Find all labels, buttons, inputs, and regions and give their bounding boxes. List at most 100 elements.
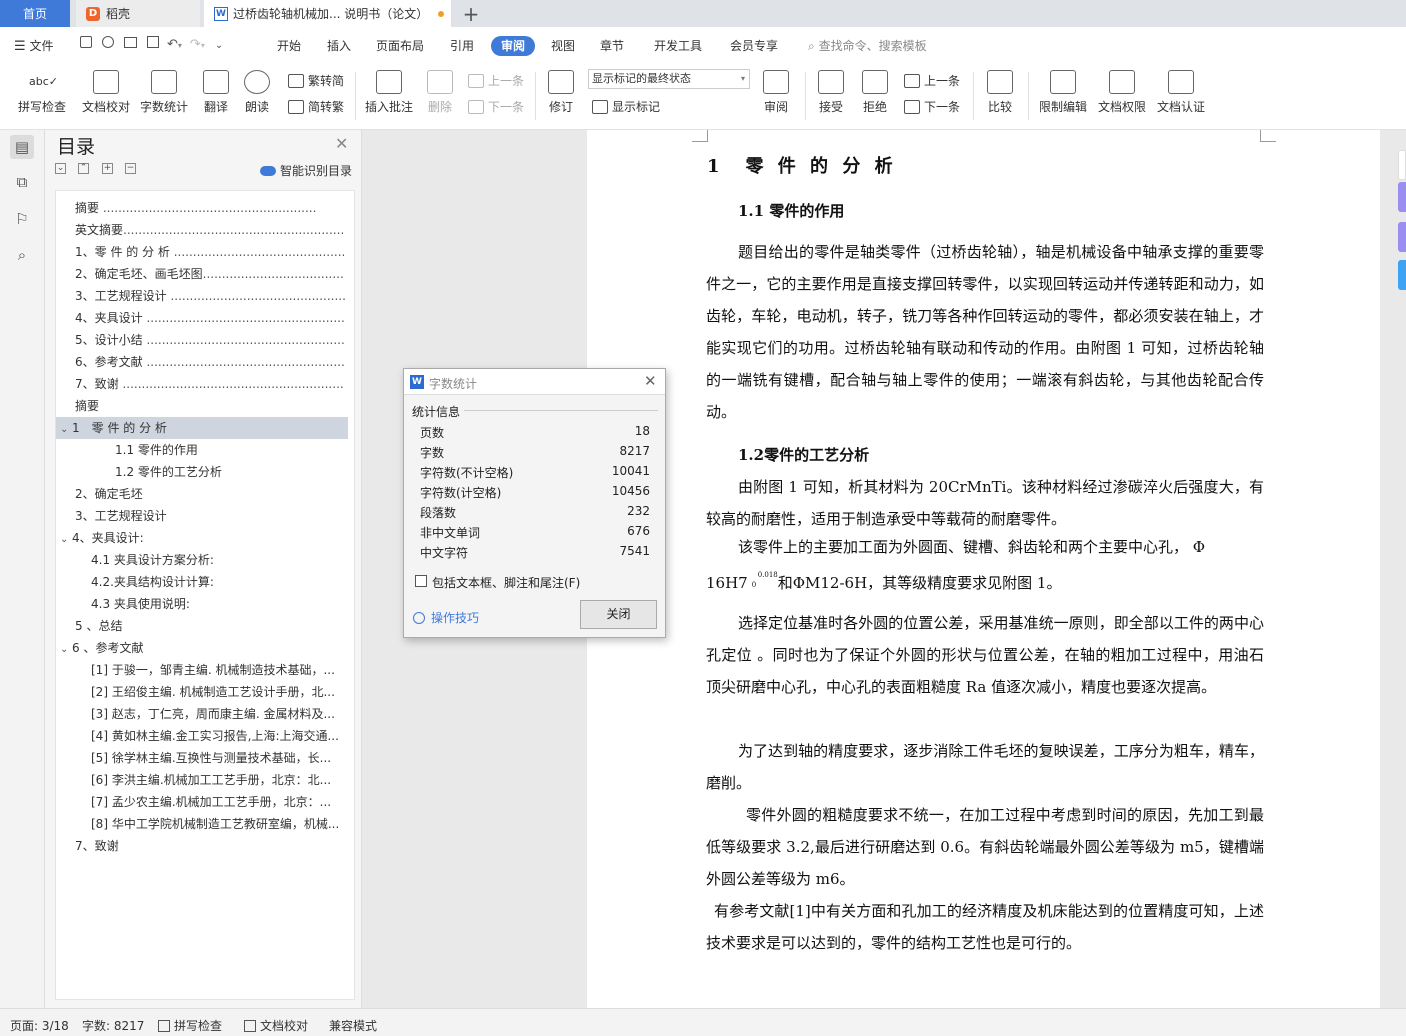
- collapse-all-icon[interactable]: ⌄: [55, 163, 66, 174]
- toc-item-1[interactable]: 1、零 件 的 分 析 ............................…: [75, 241, 345, 263]
- doc-cert-button[interactable]: 文档认证: [1155, 70, 1207, 115]
- file-menu[interactable]: ☰ 文件: [14, 37, 54, 54]
- toc-item-7[interactable]: 7、致谢 ...................................…: [75, 373, 345, 395]
- toc-item-3[interactable]: 3、工艺规程设计 ...............................…: [75, 285, 345, 307]
- menu-chapter[interactable]: 章节: [600, 37, 624, 54]
- revise-button[interactable]: 修订: [543, 70, 579, 115]
- page-indicator[interactable]: 页面: 3/18: [10, 1017, 69, 1034]
- toc-item-4[interactable]: 4、夹具设计 .................................…: [75, 307, 345, 329]
- toc-item-abstract[interactable]: 摘要 .....................................…: [75, 197, 345, 219]
- delete-comment-button[interactable]: 删除: [420, 70, 460, 115]
- side-panel-tab[interactable]: [1398, 260, 1406, 290]
- chevron-down-icon[interactable]: ⌄: [60, 529, 72, 549]
- next-comment-button[interactable]: 下一条: [468, 98, 524, 115]
- toc-item-6[interactable]: 6、参考文献 .................................…: [75, 351, 345, 373]
- include-textbox-label[interactable]: 包括文本框、脚注和尾注(F): [432, 574, 580, 591]
- mark-state-select[interactable]: 显示标记的最终状态 ▾: [588, 69, 750, 89]
- undo-icon[interactable]: ↶: [167, 37, 178, 52]
- toc-item-4-2[interactable]: 4.2.夹具结构设计计算:: [91, 571, 214, 593]
- toc-item-en-abstract[interactable]: 英文摘要....................................…: [75, 219, 345, 241]
- toc-item-2[interactable]: 2、确定毛坯、画毛坯图.............................…: [75, 263, 345, 285]
- chevron-down-icon[interactable]: ⌄: [60, 639, 72, 659]
- accept-button[interactable]: 接受: [813, 70, 849, 115]
- side-panel-tab[interactable]: [1398, 150, 1406, 180]
- restrict-edit-button[interactable]: 限制编辑: [1037, 70, 1089, 115]
- tips-link[interactable]: 操作技巧: [413, 609, 479, 626]
- bookmark-icon[interactable]: ⚐: [10, 207, 34, 231]
- print-preview-icon[interactable]: [147, 36, 159, 48]
- spellcheck-status[interactable]: 拼写检查: [158, 1017, 222, 1034]
- remove-heading-icon[interactable]: −: [125, 163, 136, 174]
- toc-item-chapter-7[interactable]: 7、致谢: [75, 835, 119, 857]
- redo-icon[interactable]: ↷: [190, 37, 201, 52]
- toc-item-ref-2[interactable]: [2] 王绍俊主编. 机械制造工艺设计手册，北...: [91, 681, 346, 703]
- toc-item-chapter-6[interactable]: ⌄ 6 、参考文献: [60, 637, 143, 659]
- undo-dropdown-icon[interactable]: ▾: [178, 41, 182, 50]
- export-icon[interactable]: [102, 36, 114, 48]
- trad-to-simplified-button[interactable]: 繁转简: [288, 72, 344, 89]
- redo-dropdown-icon[interactable]: ▾: [201, 41, 205, 50]
- tab-document[interactable]: W 过桥齿轮轴机械加... 说明书（论文）: [204, 0, 451, 27]
- prev-comment-button[interactable]: 上一条: [468, 72, 524, 89]
- add-heading-icon[interactable]: +: [102, 163, 113, 174]
- toc-item-ref-6[interactable]: [6] 李洪主编.机械加工工艺手册，北京：北...: [91, 769, 346, 791]
- proof-status[interactable]: 文档校对: [244, 1017, 308, 1034]
- toc-item-1-1[interactable]: 1.1 零件的作用: [115, 439, 198, 461]
- new-tab-button[interactable]: +: [458, 0, 484, 27]
- menu-references[interactable]: 引用: [450, 37, 474, 54]
- menu-page-layout[interactable]: 页面布局: [376, 37, 424, 54]
- chapter-nav-icon[interactable]: ⧉: [10, 170, 34, 194]
- save-icon[interactable]: [80, 36, 92, 48]
- compare-button[interactable]: 比较: [982, 70, 1018, 115]
- search-nav-icon[interactable]: ⌕: [10, 243, 34, 267]
- toc-item-ref-8[interactable]: [8] 华中工学院机械制造工艺教研室编，机械...: [91, 813, 346, 835]
- tab-daoke[interactable]: D 稻壳: [76, 0, 200, 27]
- toc-item-ref-7[interactable]: [7] 孟少农主编.机械加工工艺手册，北京：...: [91, 791, 346, 813]
- toc-item-1-2[interactable]: 1.2 零件的工艺分析: [115, 461, 222, 483]
- word-count-button[interactable]: 字数统计: [138, 70, 190, 115]
- toc-item-chapter-4[interactable]: ⌄ 4、夹具设计:: [60, 527, 144, 549]
- include-textbox-checkbox[interactable]: [415, 575, 427, 587]
- menu-view[interactable]: 视图: [551, 37, 575, 54]
- toc-nav-icon[interactable]: ▤: [10, 135, 34, 159]
- spellcheck-button[interactable]: abc✓ 拼写检查: [12, 70, 72, 115]
- insert-comment-button[interactable]: 插入批注: [364, 70, 414, 115]
- toc-item-chapter-5[interactable]: 5 、总结: [75, 615, 122, 637]
- review-pane-button[interactable]: 审阅: [758, 70, 794, 115]
- reject-button[interactable]: 拒绝: [857, 70, 893, 115]
- side-panel-tab[interactable]: [1398, 182, 1406, 212]
- expand-all-icon[interactable]: ⌃: [78, 163, 89, 174]
- toc-item-ref-1[interactable]: [1] 于骏一，邹青主编. 机械制造技术基础，...: [91, 659, 346, 681]
- close-button[interactable]: 关闭: [580, 600, 657, 629]
- toc-item-5[interactable]: 5、设计小结 .................................…: [75, 329, 345, 351]
- print-icon[interactable]: [124, 37, 137, 48]
- toc-item-ref-3[interactable]: [3] 赵志，丁仁亮，周而康主编. 金属材料及...: [91, 703, 346, 725]
- toc-item-chapter-3[interactable]: 3、工艺规程设计: [75, 505, 167, 527]
- simplified-to-trad-button[interactable]: 简转繁: [288, 98, 344, 115]
- doc-proof-button[interactable]: 文档校对: [80, 70, 132, 115]
- prev-change-button[interactable]: 上一条: [904, 72, 960, 89]
- document-page[interactable]: 1 零 件 的 分 析 1.1 零件的作用 题目给出的零件是轴类零件（过桥齿轮轴…: [587, 130, 1380, 1008]
- show-marks-button[interactable]: 显示标记: [592, 98, 660, 115]
- command-search[interactable]: ⌕ 查找命令、搜索模板: [808, 37, 927, 54]
- toc-item-4-1[interactable]: 4.1 夹具设计方案分析:: [91, 549, 214, 571]
- close-icon[interactable]: ✕: [335, 134, 348, 153]
- customize-toolbar-icon[interactable]: ⌄: [215, 40, 223, 51]
- toc-item-4-3[interactable]: 4.3 夹具使用说明:: [91, 593, 190, 615]
- menu-start[interactable]: 开始: [277, 37, 301, 54]
- menu-review[interactable]: 审阅: [491, 36, 535, 56]
- read-aloud-button[interactable]: 朗读: [240, 70, 274, 115]
- smart-toc-button[interactable]: 智能识别目录: [260, 162, 352, 179]
- translate-button[interactable]: 翻译: [196, 70, 236, 115]
- toc-item-abstract-2[interactable]: 摘要: [75, 395, 99, 417]
- toc-item-chapter-1-selected[interactable]: ⌄ 1 零 件 的 分 析: [56, 417, 348, 439]
- side-panel-tab[interactable]: [1398, 222, 1406, 252]
- dialog-titlebar[interactable]: W 字数统计 ✕: [404, 369, 665, 395]
- chevron-down-icon[interactable]: ⌄: [60, 419, 72, 439]
- menu-insert[interactable]: 插入: [327, 37, 351, 54]
- toc-item-ref-5[interactable]: [5] 徐学林主编.互换性与测量技术基础，长...: [91, 747, 346, 769]
- toc-item-ref-4[interactable]: [4] 黄如林主编.金工实习报告,上海:上海交通...: [91, 725, 346, 747]
- tab-home[interactable]: 首页: [0, 0, 70, 27]
- word-count-indicator[interactable]: 字数: 8217: [82, 1017, 144, 1034]
- menu-member[interactable]: 会员专享: [730, 37, 778, 54]
